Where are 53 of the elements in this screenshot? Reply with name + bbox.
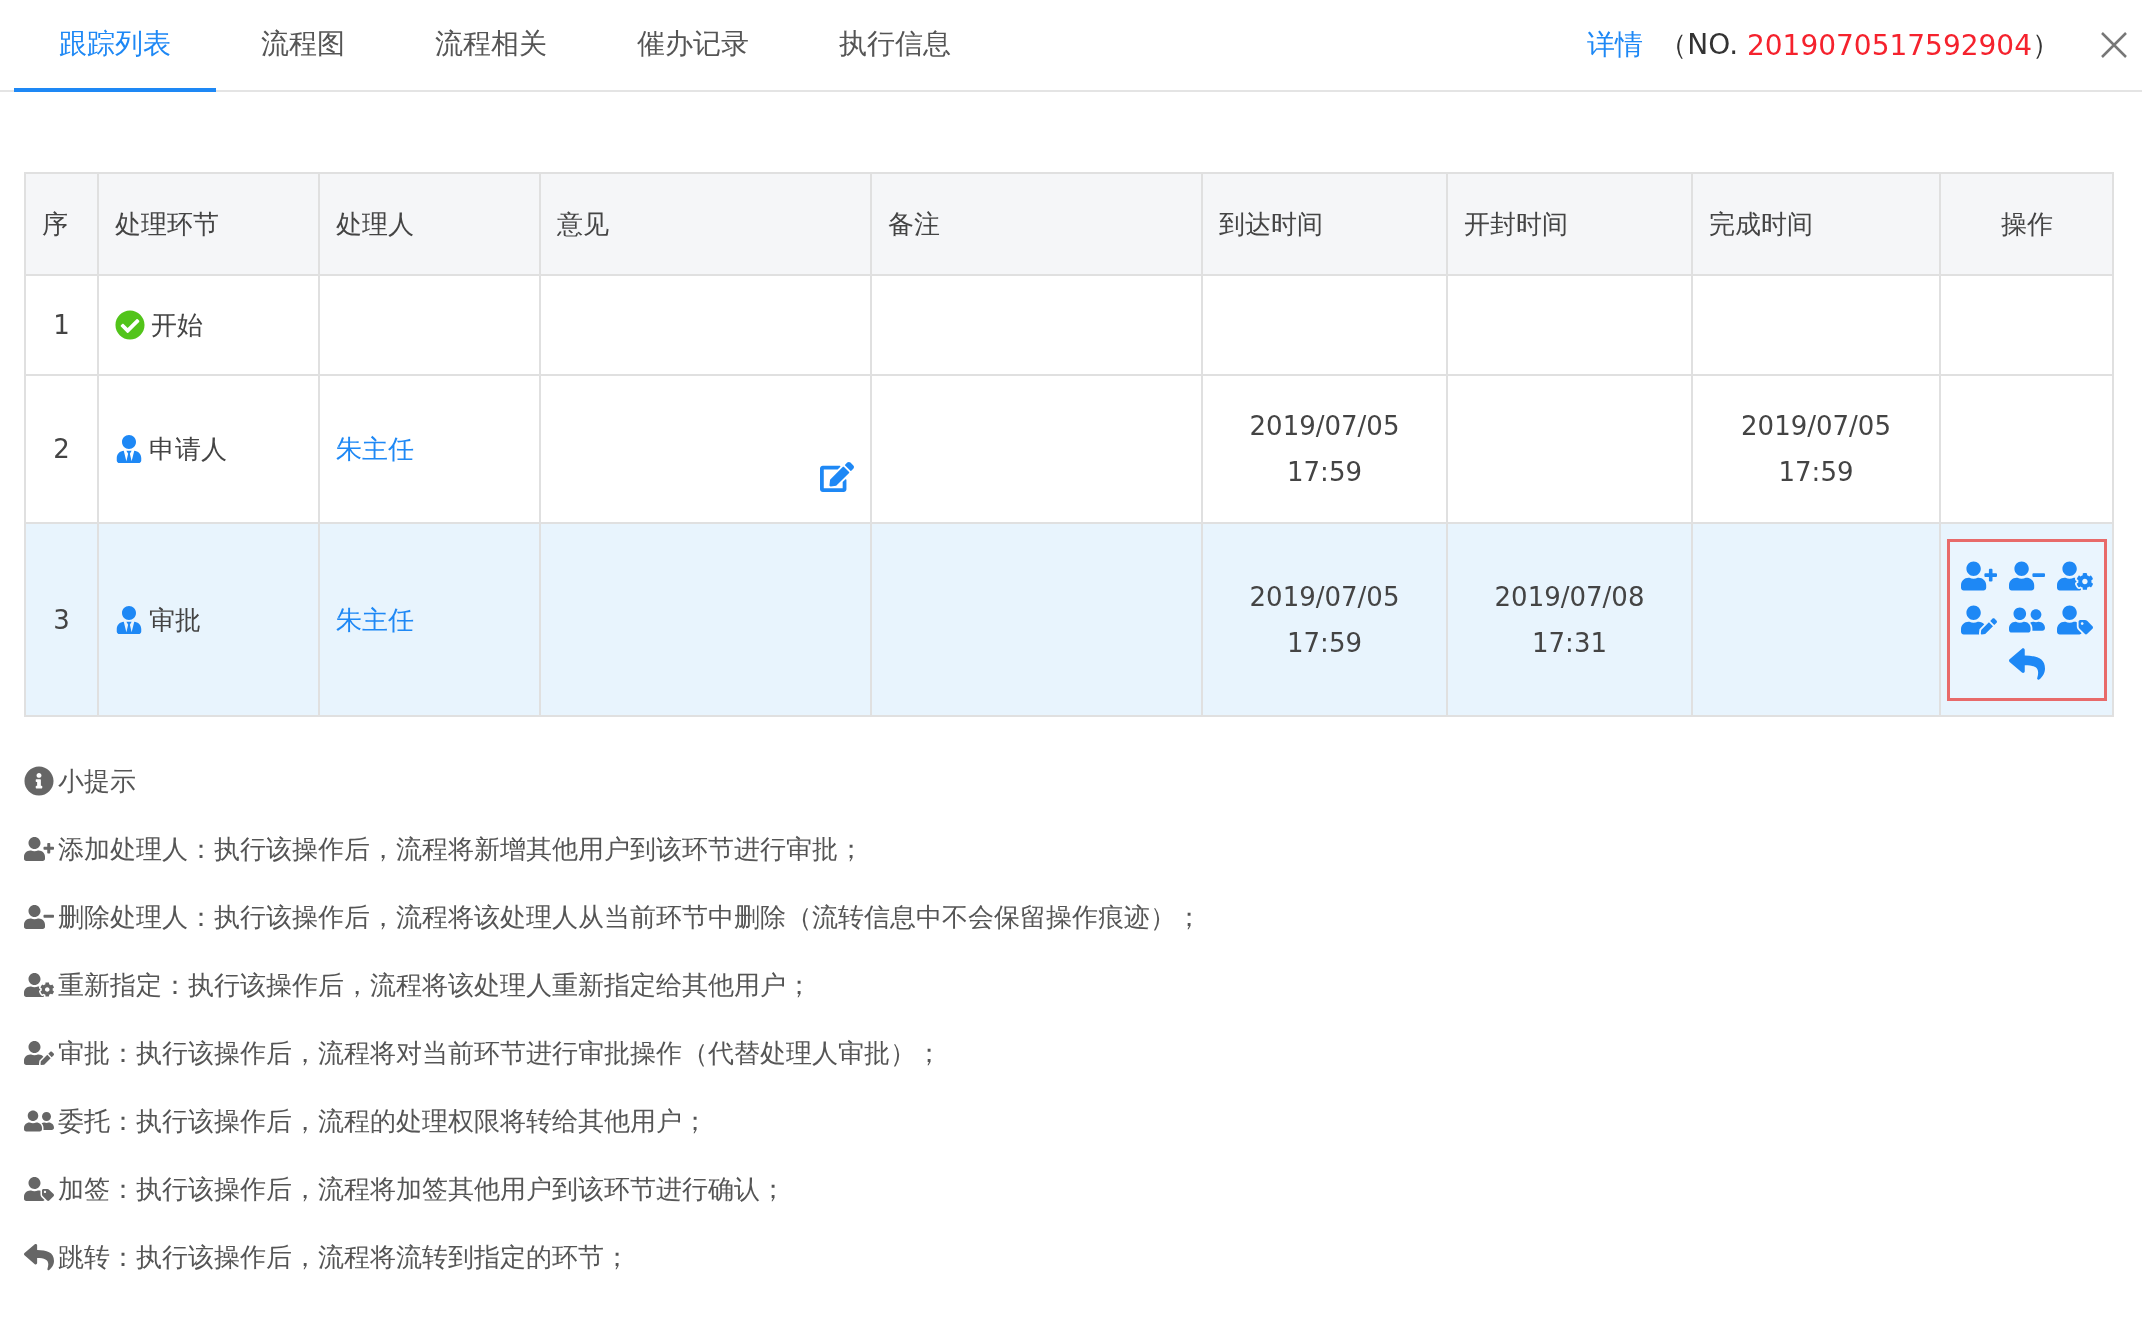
detail-link[interactable]: 详情 bbox=[1587, 26, 1644, 64]
table-row[interactable]: 1 开始 bbox=[25, 275, 2113, 375]
tip-text: 加签：执行该操作后，流程将加签其他用户到该环节进行确认； bbox=[58, 1172, 786, 1206]
tip-text: 审批：执行该操作后，流程将对当前环节进行审批操作（代替处理人审批）； bbox=[58, 1036, 942, 1070]
date-time-text: 2019/07/08 17:31 bbox=[1494, 581, 1645, 658]
info-icon bbox=[24, 766, 54, 796]
column-header: 处理人 bbox=[319, 173, 540, 275]
tab[interactable]: 流程图 bbox=[216, 0, 390, 92]
column-header: 到达时间 bbox=[1202, 173, 1447, 275]
tip-text: 删除处理人：执行该操作后，流程将该处理人从当前环节中删除（流转信息中不会保留操作痕迹）； bbox=[58, 900, 1202, 934]
tip-text: 跳转：执行该操作后，流程将流转到指定的环节； bbox=[58, 1240, 630, 1274]
row-number: 3 bbox=[53, 604, 70, 635]
user-pencil-icon bbox=[24, 1038, 54, 1068]
table-row[interactable]: 3 审批 朱主任 2019/07/05 17:59 2019/07/08 17:31 bbox=[25, 523, 2113, 716]
date-time-text: 2019/07/05 17:59 bbox=[1249, 581, 1400, 658]
row-number: 2 bbox=[53, 434, 70, 464]
row-number: 1 bbox=[53, 310, 70, 340]
column-header: 序 bbox=[25, 173, 98, 275]
close-button[interactable] bbox=[2100, 31, 2128, 59]
date-time-text: 2019/07/05 17:59 bbox=[1741, 411, 1891, 487]
number-suffix: ） bbox=[2032, 27, 2060, 63]
reply-arrow-icon[interactable] bbox=[2006, 645, 2047, 682]
user-icon bbox=[115, 435, 143, 463]
column-header: 意见 bbox=[540, 173, 871, 275]
tip-text: 委托：执行该操作后，流程的处理权限将转给其他用户； bbox=[58, 1104, 708, 1138]
column-header: 处理环节 bbox=[98, 173, 319, 275]
tip-text: 重新指定：执行该操作后，流程将该处理人重新指定给其他用户； bbox=[58, 968, 812, 1002]
user-icon bbox=[115, 605, 143, 634]
user-tag-icon bbox=[24, 1174, 54, 1204]
date-time-text: 2019/07/05 17:59 bbox=[1249, 411, 1400, 487]
user-gear-icon bbox=[24, 970, 54, 1000]
reply-arrow-icon bbox=[24, 1242, 54, 1272]
step-name: 申请人 bbox=[149, 433, 227, 466]
step-name: 审批 bbox=[149, 603, 201, 637]
column-header: 开封时间 bbox=[1447, 173, 1692, 275]
tip-text: 添加处理人：执行该操作后，流程将新增其他用户到该环节进行审批； bbox=[58, 832, 864, 866]
close-icon bbox=[2100, 31, 2128, 59]
tab[interactable]: 催办记录 bbox=[592, 0, 794, 92]
tab[interactable]: 流程相关 bbox=[390, 0, 592, 92]
column-header: 操作 bbox=[1940, 173, 2113, 275]
column-header: 备注 bbox=[871, 173, 1202, 275]
edit-icon[interactable] bbox=[820, 460, 854, 494]
tab[interactable]: 跟踪列表 bbox=[14, 0, 216, 92]
tips-title: 小提示 bbox=[58, 764, 136, 798]
user-plus-icon bbox=[24, 834, 54, 864]
record-number: 2019070517592904 bbox=[1746, 28, 2032, 62]
column-header: 完成时间 bbox=[1692, 173, 1940, 275]
handler-link[interactable]: 朱主任 bbox=[336, 434, 414, 464]
table-row[interactable]: 2 申请人 朱主任 2019/07/05 17:59 2019/07/05 17:59 bbox=[25, 375, 2113, 523]
number-prefix: （NO. bbox=[1659, 27, 1740, 63]
tab[interactable]: 执行信息 bbox=[794, 0, 996, 92]
step-name: 开始 bbox=[151, 309, 203, 342]
user-minus-icon bbox=[24, 902, 54, 932]
